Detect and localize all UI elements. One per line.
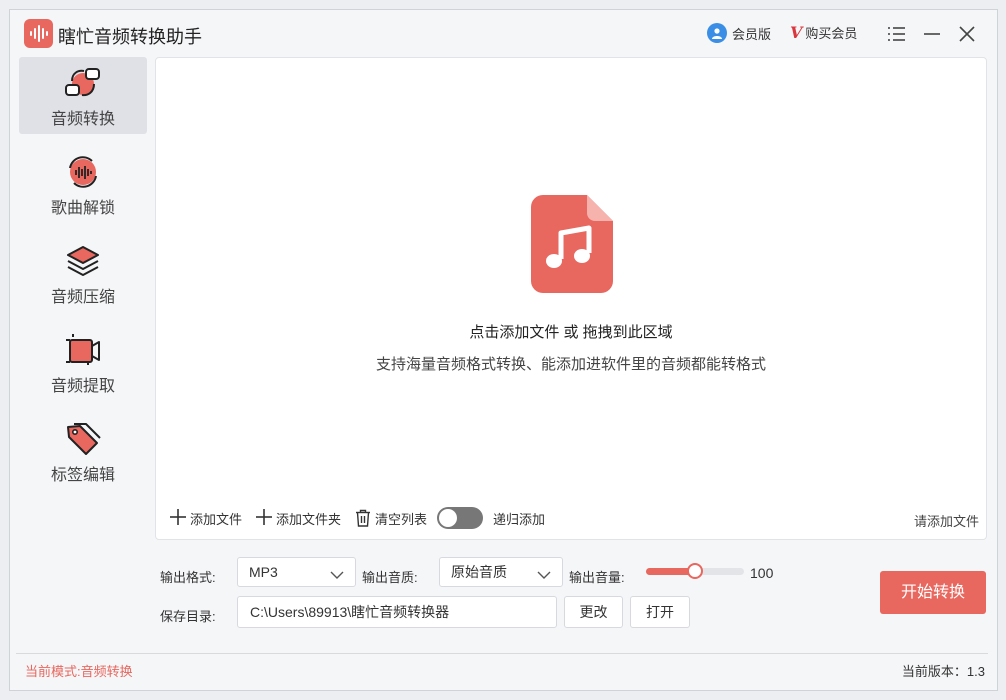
title-bar: 瞎忙音频转换助手 会员版 V 购买会员 [10,10,997,58]
file-drop-area[interactable]: 点击添加文件 或 拖拽到此区域 支持海量音频格式转换、能添加进软件里的音频都能转… [155,57,987,540]
output-volume-label: 输出音量: [569,570,625,585]
extract-video-icon [64,331,102,369]
toggle-knob [439,509,458,527]
member-version-button[interactable]: 会员版 [707,23,771,43]
vip-icon: V [790,23,803,42]
tag-icon [64,420,102,458]
change-dir-button[interactable]: 更改 [564,596,623,628]
output-quality-label: 输出音质: [362,570,418,585]
chevron-down-icon [536,564,552,592]
sidebar-item-label: 标签编辑 [50,467,115,484]
clear-list-button[interactable]: 清空列表 [355,509,427,528]
add-folder-button[interactable]: 添加文件夹 [256,509,341,528]
drop-subtitle: 支持海量音频格式转换、能添加进软件里的音频都能转格式 [375,356,766,373]
add-folder-label: 添加文件夹 [276,511,342,527]
app-logo-icon [24,19,53,48]
current-mode: 当前模式:音频转换 [25,664,133,679]
app-window: 瞎忙音频转换助手 会员版 V 购买会员 音频转换 歌曲解锁 音频压缩 音频提取 … [9,9,998,691]
output-format-label: 输出格式: [160,570,216,585]
recursive-add-toggle[interactable] [437,507,484,529]
sidebar-item-label: 音频压缩 [50,289,115,306]
member-version-label: 会员版 [732,26,772,42]
sidebar-item-label: 歌曲解锁 [50,200,115,217]
save-path-field[interactable]: C:\Users\89913\瞎忙音频转换器 [237,596,557,628]
minimize-icon[interactable] [921,23,943,45]
user-avatar-icon [707,23,727,43]
sidebar-item-label: 音频提取 [50,378,115,395]
app-title: 瞎忙音频转换助手 [58,27,202,47]
output-format-select[interactable]: MP3 [237,557,356,587]
volume-slider-handle[interactable] [687,563,703,579]
buy-member-label: 购买会员 [805,26,858,41]
sidebar-item-tag-edit[interactable]: 标签编辑 [19,413,147,490]
sidebar-item-audio-compress[interactable]: 音频压缩 [19,235,147,312]
plus-icon [170,509,186,527]
plus-icon [256,509,273,527]
file-toolbar: 添加文件 添加文件夹 清空列表 递归添加 [170,507,545,529]
sidebar-item-audio-extract[interactable]: 音频提取 [19,324,147,401]
add-file-button[interactable]: 添加文件 [170,509,242,528]
sidebar-item-label: 音频转换 [50,111,115,128]
recursive-add-label: 递归添加 [493,511,546,527]
menu-icon[interactable] [885,23,907,45]
chevron-down-icon [329,564,345,592]
music-file-icon [531,195,613,298]
trash-icon [355,509,371,527]
sidebar: 音频转换 歌曲解锁 音频压缩 音频提取 标签编辑 [19,57,147,502]
save-dir-label: 保存目录: [160,609,216,624]
drop-title: 点击添加文件 或 拖拽到此区域 [469,324,673,341]
close-icon[interactable] [956,23,978,45]
sidebar-item-audio-convert[interactable]: 音频转换 [19,57,147,134]
volume-value: 100 [750,565,774,581]
output-quality-select[interactable]: 原始音质 [439,557,563,587]
unlock-song-icon [64,153,102,191]
convert-icon [64,64,102,102]
current-version: 当前版本：1.3 [901,664,985,679]
open-dir-button[interactable]: 打开 [630,596,690,628]
sidebar-item-song-unlock[interactable]: 歌曲解锁 [19,146,147,223]
add-file-label: 添加文件 [190,511,243,527]
volume-slider[interactable] [646,563,744,579]
status-divider [16,653,988,654]
buy-member-button[interactable]: V 购买会员 [790,23,857,42]
add-file-hint: 请添加文件 [913,514,979,529]
output-quality-value: 原始音质 [451,564,507,580]
clear-list-label: 清空列表 [375,511,428,527]
output-format-value: MP3 [249,564,278,580]
compress-layers-icon [64,242,102,280]
start-convert-button[interactable]: 开始转换 [880,571,986,614]
